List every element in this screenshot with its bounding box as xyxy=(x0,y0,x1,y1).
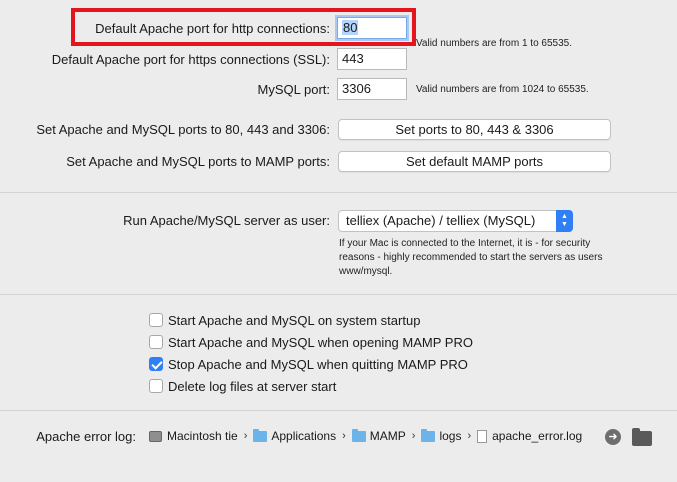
chevron-right-icon: › xyxy=(411,430,416,442)
option-label: Stop Apache and MySQL when quitting MAMP… xyxy=(168,356,468,372)
hard-drive-icon xyxy=(149,430,162,442)
http-port-label: Default Apache port for http connections… xyxy=(95,21,330,36)
checkbox[interactable] xyxy=(149,313,163,327)
run-as-user-note: If your Mac is connected to the Internet… xyxy=(339,238,603,277)
run-as-user-value: telliex (Apache) / telliex (MySQL) xyxy=(346,213,536,228)
error-log-label: Apache error log: xyxy=(36,429,136,444)
http-port-hint: Valid numbers are from 1 to 65535. xyxy=(416,38,573,49)
divider-1 xyxy=(0,192,677,193)
path-segment-file[interactable]: apache_error.log xyxy=(477,429,582,443)
checkbox[interactable] xyxy=(149,379,163,393)
https-port-field[interactable]: 443 xyxy=(337,48,407,70)
mysql-port-field[interactable]: 3306 xyxy=(337,78,407,100)
folder-icon xyxy=(253,428,268,442)
option-start-on-system-startup[interactable]: Start Apache and MySQL on system startup xyxy=(149,311,420,329)
open-folder-icon[interactable] xyxy=(632,428,652,446)
mysql-port-label: MySQL port: xyxy=(257,82,330,97)
folder-icon xyxy=(351,428,366,442)
path-segment-mamp[interactable]: MAMP xyxy=(351,428,406,443)
https-port-label: Default Apache port for https connection… xyxy=(51,52,330,67)
option-label: Start Apache and MySQL when opening MAMP… xyxy=(168,334,473,350)
http-port-field[interactable]: 80 xyxy=(337,17,407,39)
path-segment-applications[interactable]: Applications xyxy=(253,428,336,443)
option-stop-when-quitting[interactable]: Stop Apache and MySQL when quitting MAMP… xyxy=(149,355,468,373)
chevron-right-icon: › xyxy=(243,430,248,442)
path-segment-logs[interactable]: logs xyxy=(421,428,461,443)
run-as-user-select[interactable]: telliex (Apache) / telliex (MySQL) ▲ ▼ xyxy=(338,210,573,232)
divider-3 xyxy=(0,410,677,411)
folder-icon xyxy=(421,428,436,442)
option-label: Delete log files at server start xyxy=(168,378,337,394)
set-mamp-ports-label: Set Apache and MySQL ports to MAMP ports… xyxy=(66,154,330,169)
reveal-arrow-icon[interactable]: ➜ xyxy=(605,429,621,445)
divider-2 xyxy=(0,294,677,295)
mysql-port-hint: Valid numbers are from 1024 to 65535. xyxy=(416,84,589,95)
option-label: Start Apache and MySQL on system startup xyxy=(168,312,421,328)
checkbox[interactable] xyxy=(149,335,163,349)
option-start-when-opening[interactable]: Start Apache and MySQL when opening MAMP… xyxy=(149,333,473,351)
chevron-updown-icon: ▲ ▼ xyxy=(556,210,573,232)
checkbox-checked[interactable] xyxy=(149,357,163,371)
path-segment-disk[interactable]: Macintosh tie xyxy=(149,429,238,443)
set-ports-80-button[interactable]: Set ports to 80, 443 & 3306 xyxy=(338,119,611,140)
run-as-user-label: Run Apache/MySQL server as user: xyxy=(123,213,330,228)
chevron-right-icon: › xyxy=(467,430,472,442)
option-delete-log-files[interactable]: Delete log files at server start xyxy=(149,377,336,395)
set-ports-80-label: Set Apache and MySQL ports to 80, 443 an… xyxy=(36,122,330,137)
error-log-path[interactable]: Macintosh tie › Applications › MAMP › lo… xyxy=(149,428,582,443)
file-icon xyxy=(477,429,488,443)
chevron-right-icon: › xyxy=(342,430,346,442)
set-mamp-ports-button[interactable]: Set default MAMP ports xyxy=(338,151,611,172)
